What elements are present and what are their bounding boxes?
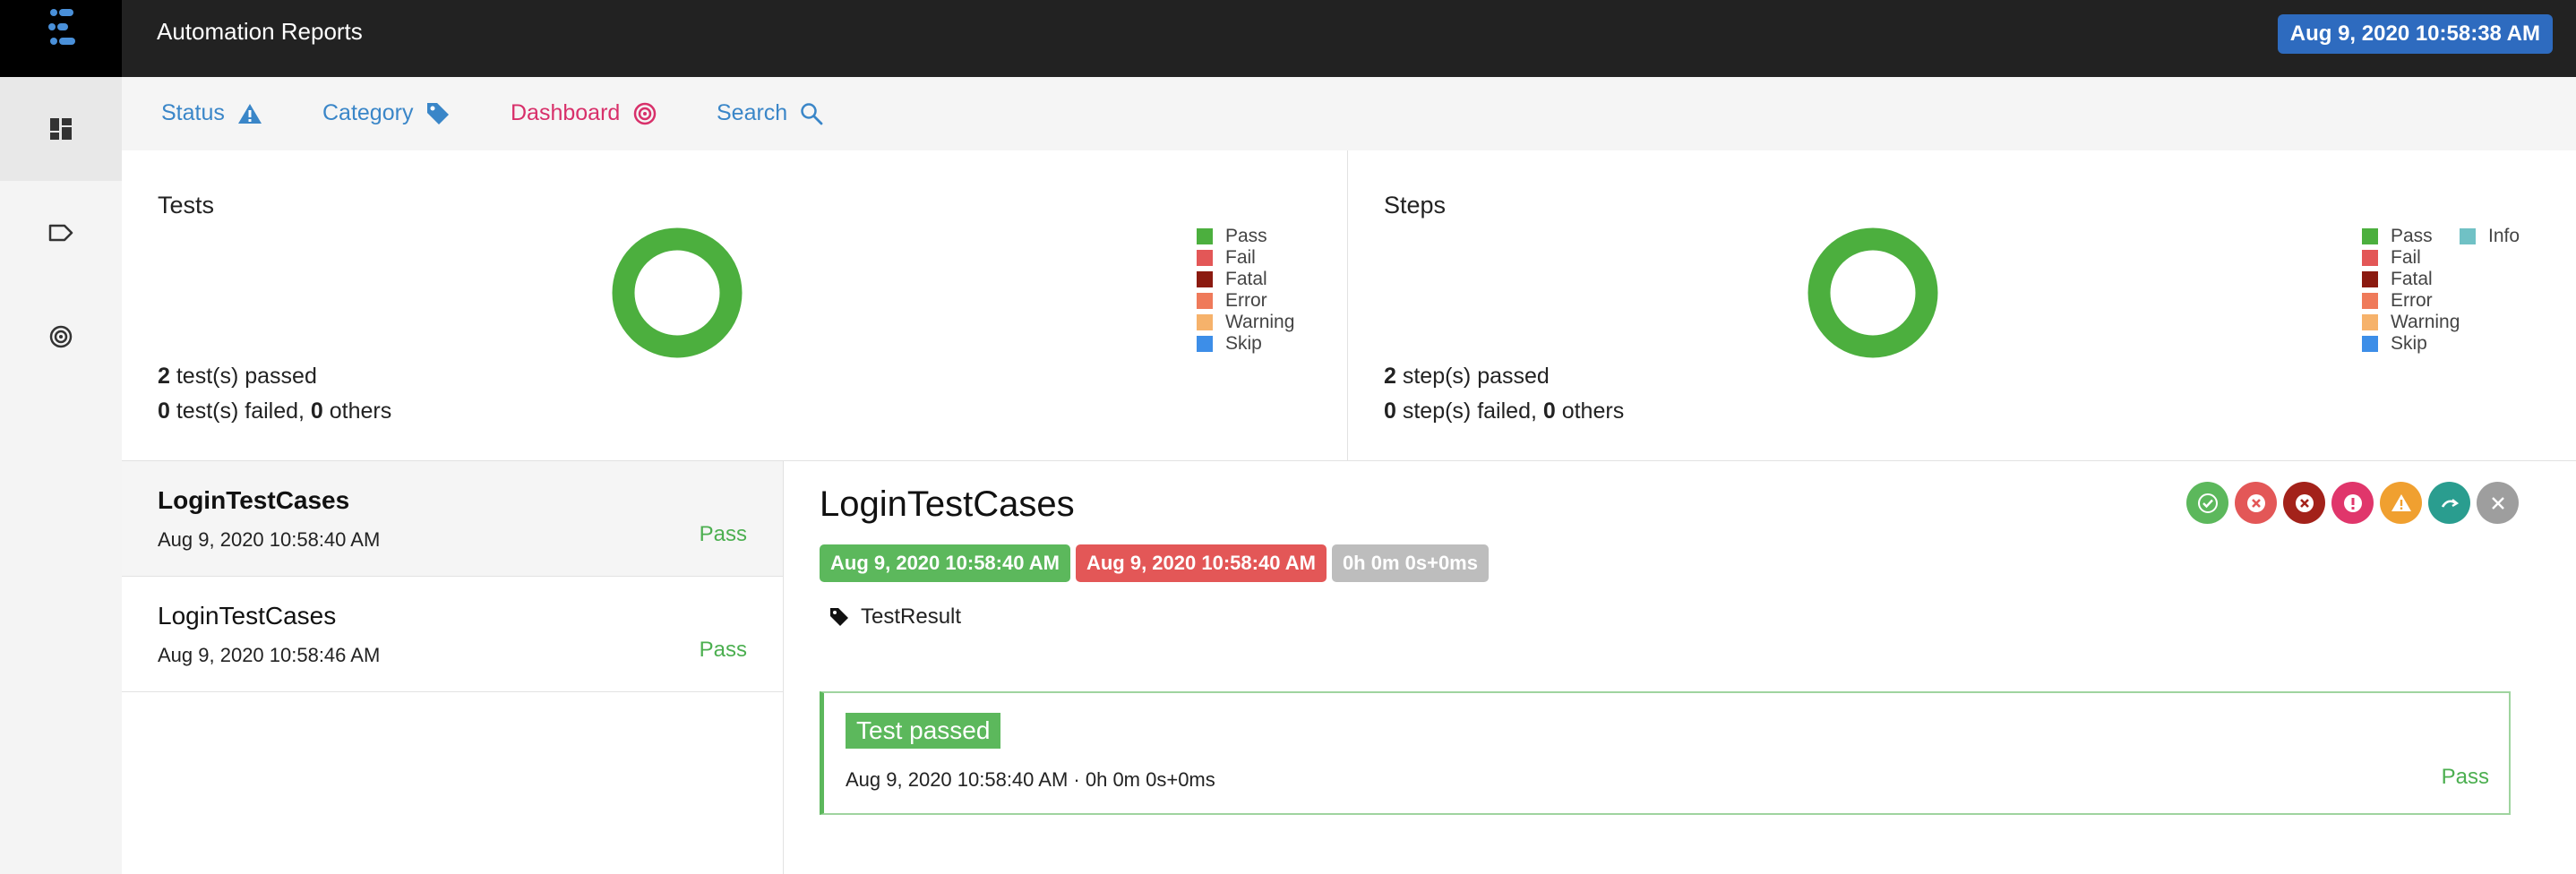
log-status: Pass bbox=[2441, 765, 2489, 789]
nav-category-label: Category bbox=[322, 100, 414, 125]
close-icon bbox=[2491, 496, 2504, 510]
app-title: Automation Reports bbox=[157, 18, 363, 45]
test-list: LoginTestCases Aug 9, 2020 10:58:40 AM P… bbox=[122, 461, 784, 874]
filter-clear-button[interactable] bbox=[2477, 482, 2519, 524]
nav-status[interactable]: Status bbox=[161, 100, 262, 126]
tag-icon bbox=[427, 102, 450, 124]
search-icon bbox=[801, 102, 823, 124]
filter-fatal-button[interactable] bbox=[2283, 482, 2325, 524]
test-list-item[interactable]: LoginTestCases Aug 9, 2020 10:58:40 AM P… bbox=[122, 461, 783, 577]
legend-item-info: Info bbox=[2460, 226, 2520, 247]
duration-badge: 0h 0m 0s+0ms bbox=[1331, 544, 1489, 582]
filter-pass-button[interactable] bbox=[2186, 482, 2228, 524]
steps-legend: Pass Fail Fatal Error Warning Skip bbox=[2362, 226, 2460, 355]
x-circle-icon bbox=[2246, 493, 2265, 512]
legend-item-fatal: Fatal bbox=[2362, 269, 2460, 290]
nav-status-label: Status bbox=[161, 100, 225, 125]
dashboard-icon bbox=[50, 118, 72, 140]
legend-item-warning: Warning bbox=[2362, 312, 2460, 333]
target-icon bbox=[634, 102, 657, 124]
steps-failed-summary: 0 step(s) failed, 0 others bbox=[1384, 398, 1625, 424]
alert-circle-icon bbox=[2343, 493, 2362, 512]
tests-passed-summary: 2 test(s) passed bbox=[158, 364, 317, 389]
tests-legend: Pass Fail Fatal Error Warning Skip bbox=[1197, 226, 1294, 355]
sub-nav: Status Category Dashboard Search bbox=[122, 77, 2576, 151]
test-status: Pass bbox=[699, 522, 747, 546]
status-filter-group bbox=[2186, 482, 2519, 524]
nav-dashboard-label: Dashboard bbox=[511, 100, 621, 125]
sidebar-item-category[interactable] bbox=[0, 181, 122, 285]
tag-icon bbox=[830, 608, 848, 626]
tests-failed-summary: 0 test(s) failed, 0 others bbox=[158, 398, 392, 424]
sidebar-item-target[interactable] bbox=[0, 285, 122, 389]
filter-error-button[interactable] bbox=[2331, 482, 2374, 524]
steps-summary-card: Steps Pass Fail Fatal Error Warning Skip… bbox=[1348, 150, 2576, 461]
category-tag[interactable]: TestResult bbox=[829, 604, 961, 630]
log-meta: Aug 9, 2020 10:58:40 AM · 0h 0m 0s+0ms bbox=[846, 768, 1215, 791]
x-circle-icon bbox=[2295, 493, 2314, 512]
legend-item-pass: Pass bbox=[1197, 226, 1294, 247]
warning-icon bbox=[237, 103, 262, 124]
log-entry: Test passed Aug 9, 2020 10:58:40 AM · 0h… bbox=[820, 691, 2511, 815]
legend-item-fatal: Fatal bbox=[1197, 269, 1294, 290]
tests-donut-pass-slice bbox=[612, 227, 743, 358]
filter-skip-button[interactable] bbox=[2428, 482, 2470, 524]
nav-search[interactable]: Search bbox=[717, 100, 823, 126]
check-circle-icon bbox=[2197, 493, 2218, 513]
category-tag-label: TestResult bbox=[861, 604, 962, 629]
test-time: Aug 9, 2020 10:58:40 AM bbox=[158, 528, 381, 551]
legend-item-error: Error bbox=[2362, 290, 2460, 312]
skip-arrow-icon bbox=[2441, 498, 2459, 508]
legend-item-skip: Skip bbox=[2362, 333, 2460, 355]
report-timestamp-badge: Aug 9, 2020 10:58:38 AM bbox=[2277, 14, 2553, 54]
start-time-badge: Aug 9, 2020 10:58:40 AM bbox=[820, 544, 1070, 582]
logo-icon bbox=[48, 9, 75, 45]
sidebar bbox=[0, 77, 123, 874]
test-list-item[interactable]: LoginTestCases Aug 9, 2020 10:58:46 AM P… bbox=[122, 577, 783, 692]
tests-card-title: Tests bbox=[158, 192, 215, 218]
warning-icon bbox=[2391, 493, 2411, 511]
nav-dashboard[interactable]: Dashboard bbox=[511, 100, 657, 126]
end-time-badge: Aug 9, 2020 10:58:40 AM bbox=[1075, 544, 1327, 582]
filter-warning-button[interactable] bbox=[2380, 482, 2422, 524]
legend-item-warning: Warning bbox=[1197, 312, 1294, 333]
test-time: Aug 9, 2020 10:58:46 AM bbox=[158, 644, 381, 666]
target-icon bbox=[49, 325, 73, 348]
nav-search-label: Search bbox=[717, 100, 788, 125]
log-label: Test passed bbox=[846, 713, 1001, 749]
steps-donut-chart bbox=[1807, 227, 1938, 358]
tests-donut-chart bbox=[612, 227, 743, 358]
detail-badges: Aug 9, 2020 10:58:40 AM Aug 9, 2020 10:5… bbox=[820, 544, 1489, 582]
detail-title: LoginTestCases bbox=[820, 484, 1075, 524]
top-bar: Automation Reports Aug 9, 2020 10:58:38 … bbox=[0, 0, 2576, 77]
steps-card-title: Steps bbox=[1384, 192, 1447, 218]
steps-legend-extra: Info bbox=[2460, 226, 2520, 247]
logo[interactable] bbox=[0, 0, 122, 77]
test-name: LoginTestCases bbox=[158, 486, 350, 514]
steps-donut-pass-slice bbox=[1807, 227, 1938, 358]
sidebar-item-dashboard[interactable] bbox=[0, 77, 122, 181]
legend-item-pass: Pass bbox=[2362, 226, 2460, 247]
tag-icon bbox=[48, 224, 73, 242]
legend-item-fail: Fail bbox=[1197, 247, 1294, 269]
test-detail-pane: LoginTestCases Aug 9, 2020 10:58:40 AM A… bbox=[784, 461, 2576, 874]
test-status: Pass bbox=[699, 638, 747, 662]
steps-passed-summary: 2 step(s) passed bbox=[1384, 364, 1550, 389]
legend-item-fail: Fail bbox=[2362, 247, 2460, 269]
tests-summary-card: Tests Pass Fail Fatal Error Warning Skip… bbox=[122, 150, 1348, 461]
legend-item-error: Error bbox=[1197, 290, 1294, 312]
legend-item-skip: Skip bbox=[1197, 333, 1294, 355]
filter-fail-button[interactable] bbox=[2235, 482, 2277, 524]
nav-category[interactable]: Category bbox=[322, 100, 451, 126]
test-name: LoginTestCases bbox=[158, 602, 337, 630]
